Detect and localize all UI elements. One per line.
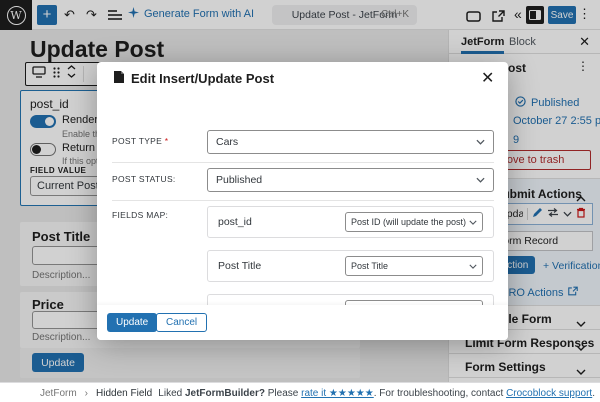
post-type-select[interactable]: Cars [207, 130, 494, 154]
modal-footer: Update Cancel [97, 305, 508, 340]
breadcrumb-root[interactable]: JetForm [40, 388, 77, 399]
map-field-name: Post Title [218, 260, 262, 272]
required-mark: * [164, 136, 169, 146]
breadcrumb-current: Hidden Field [96, 388, 153, 399]
promo-please: Please [267, 388, 299, 399]
fields-map-row: post_id Post ID (will update the post) [207, 206, 494, 238]
chevron-down-icon [469, 261, 477, 271]
promo-mid: . For troubleshooting, contact [373, 388, 504, 399]
chevron-down-icon [469, 217, 477, 227]
promo-dot: . [592, 388, 595, 399]
fields-map-label: FIELDS MAP: [112, 210, 169, 220]
breadcrumb: JetForm › Hidden Field [40, 388, 152, 399]
rate-it-link[interactable]: rate it ★★★★★ [301, 388, 374, 399]
app-window: W + ↶ ↷ Generate Form with AI Update Pos… [0, 0, 600, 402]
chevron-down-icon [476, 136, 485, 148]
post-status-select[interactable]: Published [207, 168, 494, 192]
editor-statusbar: JetForm › Hidden Field Liked JetFormBuil… [0, 382, 600, 402]
fields-map-row: Post Title Post Title [207, 250, 494, 282]
promo-text: Liked JetFormBuilder? Please rate it ★★★… [158, 388, 595, 399]
map-field-name: post_id [218, 216, 252, 228]
modal-cancel-button[interactable]: Cancel [156, 313, 208, 332]
fields-map-row: Price Post Meta [207, 294, 494, 305]
promo-brand: JetFormBuilder? [184, 388, 265, 399]
modal-title: Edit Insert/Update Post [131, 71, 275, 86]
crocoblock-support-link[interactable]: Crocoblock support [506, 388, 592, 399]
divider [112, 162, 494, 163]
breadcrumb-chevron-icon: › [84, 388, 89, 399]
promo-liked: Liked [158, 388, 183, 399]
map-field-select[interactable]: Post Title [345, 256, 483, 276]
map-field-select[interactable]: Post ID (will update the post) [345, 212, 483, 232]
post-type-label: POST TYPE * [112, 136, 168, 146]
post-type-value: Cars [216, 136, 239, 148]
modal-body: POST TYPE * Cars POST STATUS: Published … [97, 92, 508, 305]
map-field-value: Post ID (will update the post) [351, 217, 467, 227]
chevron-down-icon [476, 174, 485, 186]
post-type-label-text: POST TYPE [112, 136, 163, 146]
modal-update-button[interactable]: Update [107, 313, 158, 332]
edit-action-modal: Edit Insert/Update Post ✕ POST TYPE * Ca… [97, 62, 508, 340]
action-document-icon [112, 70, 126, 89]
post-status-value: Published [216, 174, 263, 186]
map-field-value: Post Title [351, 261, 389, 271]
close-icon[interactable]: ✕ [481, 68, 494, 88]
divider [112, 200, 494, 201]
post-status-label: POST STATUS: [112, 174, 176, 184]
